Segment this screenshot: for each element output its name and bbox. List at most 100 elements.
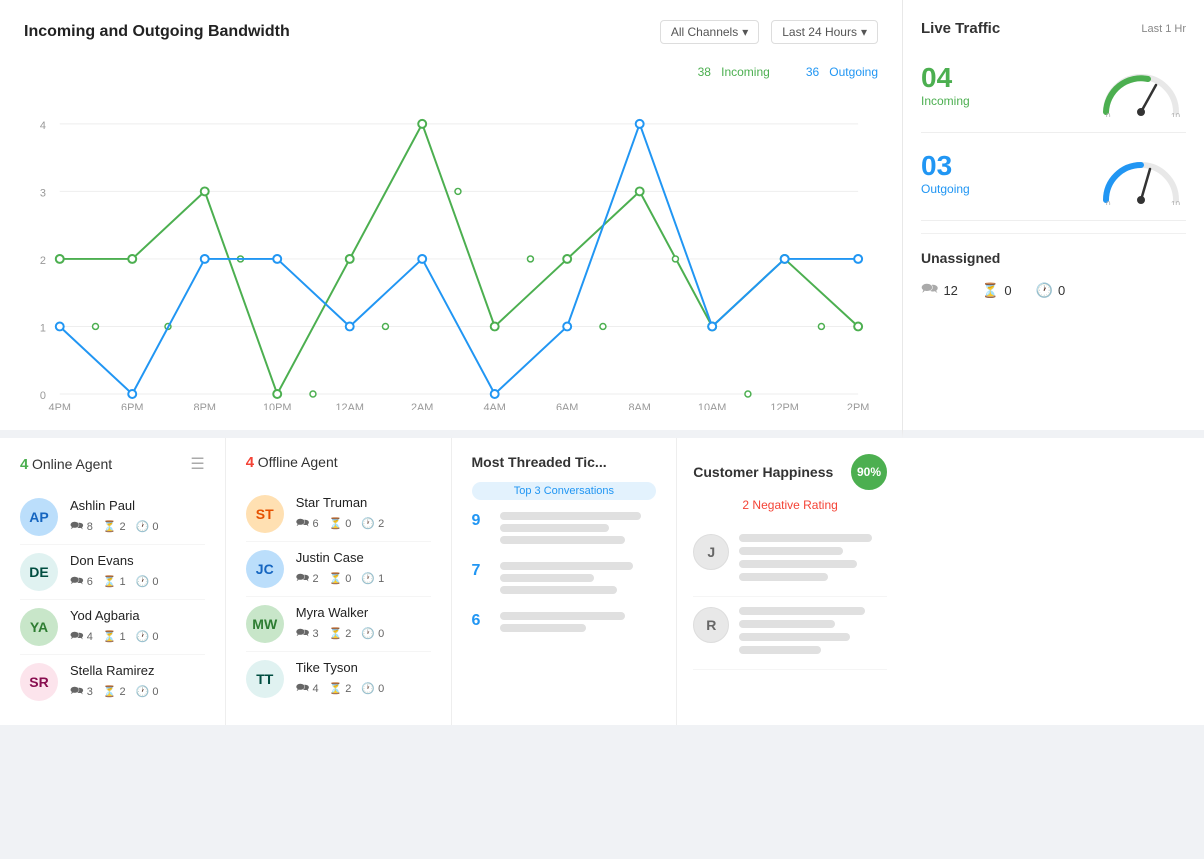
threaded-title: Most Threaded Tic... [472,454,657,470]
threaded-lines-3 [500,612,657,636]
metric-divider [921,132,1186,133]
svg-text:10PM: 10PM [263,402,292,410]
incoming-value-group: 04 Incoming [921,62,970,108]
offline-title: Offline Agent [258,454,338,470]
clock-stat: 🕐 0 [136,572,159,591]
chat-icon: 🗪 [70,572,84,591]
negative-rating: 2 Negative Rating [693,498,887,512]
agent-name: Myra Walker [296,605,431,620]
svg-text:0: 0 [40,390,46,402]
unassigned-clock-stat: 🕐 0 [1036,282,1066,299]
agent-info: Myra Walker 🗪 3 ⏳ 2 🕐 0 [296,605,431,643]
unassigned-hourglass-count: 0 [1004,283,1011,298]
clock-icon: 🕐 [361,517,375,530]
h-lines-r [739,607,887,659]
chat-icon: 🗪 [921,278,938,302]
clock-icon: 🕐 [361,572,375,585]
agent-info: Justin Case 🗪 2 ⏳ 0 🕐 1 [296,550,431,588]
top-conversations-badge: Top 3 Conversations [472,482,657,500]
h-avatar-r: R [693,607,729,643]
happiness-user-j: J [693,524,887,597]
hourglass-icon: ⏳ [982,282,999,299]
online-count: 4 [20,456,28,473]
bottom-right-spacer [903,438,1204,725]
unassigned-divider [921,220,1186,221]
avatar: AP [20,498,58,536]
avatar: YA [20,608,58,646]
svg-text:3: 3 [40,187,46,199]
agent-info: Tike Tyson 🗪 4 ⏳ 2 🕐 0 [296,660,431,698]
agent-name: Tike Tyson [296,660,431,675]
hourglass-stat: ⏳ 1 [103,572,126,591]
time-dropdown[interactable]: Last 24 Hours ▾ [771,20,878,44]
chat-stat: 🗪 8 [70,517,93,536]
agent-item: AP Ashlin Paul 🗪 8 ⏳ 2 🕐 0 [20,490,205,545]
svg-text:4: 4 [40,120,46,132]
header-controls: All Channels ▾ Last 24 Hours ▾ [660,20,878,44]
unassigned-chat-count: 12 [943,283,957,298]
agent-item: YA Yod Agbaria 🗪 4 ⏳ 1 🕐 0 [20,600,205,655]
chat-stat: 🗪 6 [296,514,319,533]
bottom-left-area: 4 Online Agent ☰ AP Ashlin Paul 🗪 8 ⏳ 2 … [0,438,903,725]
threaded-count-1: 9 [472,512,490,530]
svg-text:12AM: 12AM [335,402,364,410]
threaded-lines-1 [500,512,657,548]
happiness-score-badge: 90% [851,454,887,490]
avatar: SR [20,663,58,701]
outgoing-number: 03 [921,150,970,182]
clock-stat: 🕐 2 [361,514,384,533]
h-line [739,534,872,542]
svg-text:10AM: 10AM [698,402,727,410]
h-line [739,560,857,568]
happiness-header: Customer Happiness 90% [693,454,887,490]
avatar: JC [246,550,284,588]
threaded-count-2: 7 [472,562,490,580]
chart-svg: 0 1 2 3 4 [24,90,878,410]
online-title: Online Agent [32,456,112,472]
channels-dropdown[interactable]: All Channels ▾ [660,20,759,44]
avatar: DE [20,553,58,591]
bandwidth-panel: Incoming and Outgoing Bandwidth All Chan… [0,0,903,438]
h-line [739,633,850,641]
avatar: MW [246,605,284,643]
svg-text:2: 2 [40,255,46,267]
chat-stat: 🗪 4 [70,627,93,646]
online-agents-menu-icon[interactable]: ☰ [190,454,204,474]
t-line [500,624,586,632]
online-agents-panel: 4 Online Agent ☰ AP Ashlin Paul 🗪 8 ⏳ 2 … [0,438,226,725]
threaded-count-3: 6 [472,612,490,630]
h-line [739,573,828,581]
t-line [500,536,625,544]
agent-info: Don Evans 🗪 6 ⏳ 1 🕐 0 [70,553,205,591]
hourglass-stat: ⏳ 2 [329,624,352,643]
outgoing-legend: 36 Outgoing [802,56,878,82]
clock-stat: 🕐 0 [136,627,159,646]
unassigned-title: Unassigned [921,250,1186,266]
svg-text:10: 10 [1171,200,1180,205]
agent-stats: 🗪 6 ⏳ 0 🕐 2 [296,514,431,533]
incoming-gauge: 0 10 [1096,57,1186,112]
outgoing-metric-label: Outgoing [921,182,970,196]
t-line [500,524,610,532]
hourglass-stat: ⏳ 2 [329,679,352,698]
agent-info: Yod Agbaria 🗪 4 ⏳ 1 🕐 0 [70,608,205,646]
outgoing-gauge: 0 10 [1096,145,1186,200]
chat-icon: 🗪 [296,514,310,533]
threaded-item-3: 6 [472,612,657,636]
avatar: TT [246,660,284,698]
agent-name: Star Truman [296,495,431,510]
unassigned-stats: 🗪 12 ⏳ 0 🕐 0 [921,278,1186,302]
clock-icon: 🕐 [136,575,150,588]
chat-icon: 🗪 [70,517,84,536]
hourglass-icon: ⏳ [103,575,117,588]
agent-stats: 🗪 2 ⏳ 0 🕐 1 [296,569,431,588]
agent-stats: 🗪 4 ⏳ 2 🕐 0 [296,679,431,698]
hourglass-icon: ⏳ [329,572,343,585]
agent-item: JC Justin Case 🗪 2 ⏳ 0 🕐 1 [246,542,431,597]
agent-item: DE Don Evans 🗪 6 ⏳ 1 🕐 0 [20,545,205,600]
chat-icon: 🗪 [296,569,310,588]
clock-icon: 🕐 [136,685,150,698]
chat-icon: 🗪 [70,627,84,646]
live-traffic-header: Live Traffic Last 1 Hr [921,20,1186,37]
t-line [500,586,618,594]
